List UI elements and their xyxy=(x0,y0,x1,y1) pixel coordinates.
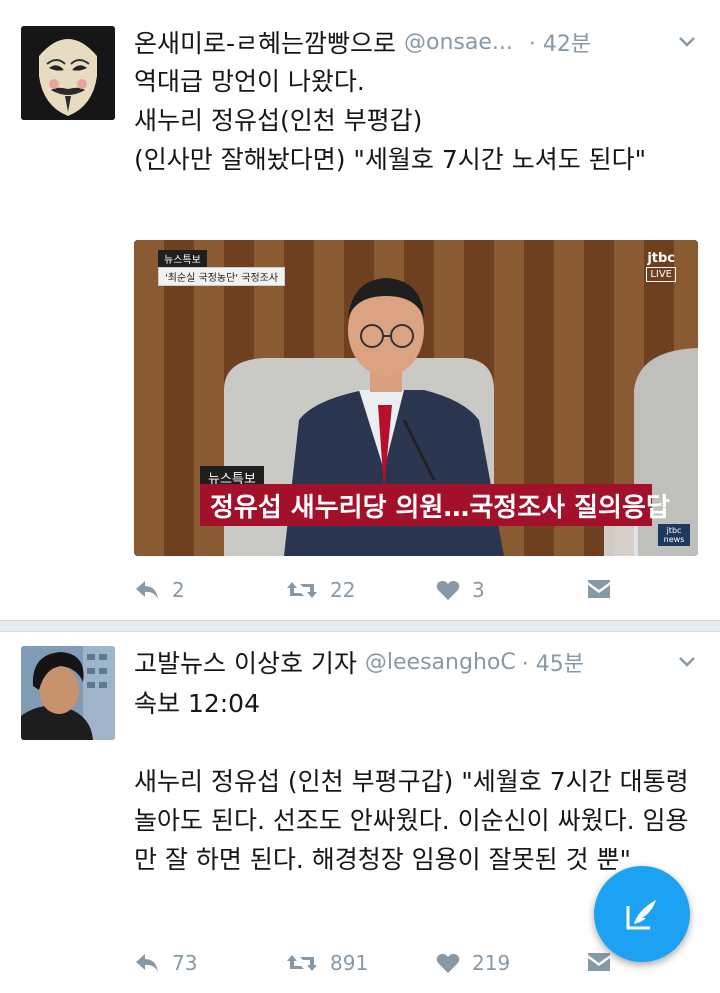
tweet-actions: 2 22 3 xyxy=(134,578,720,608)
chevron-down-icon[interactable] xyxy=(676,650,698,672)
envelope-icon xyxy=(588,580,610,598)
reply-button[interactable]: 73 xyxy=(134,951,197,975)
tweet-media[interactable]: 뉴스특보 '최순실 국정농단' 국정조사 jtbc LIVE 뉴스특보 정유섭 … xyxy=(134,240,698,556)
retweet-button[interactable]: 22 xyxy=(286,578,355,602)
person-avatar-image xyxy=(21,646,115,740)
tweet-header: 온새미로-ㄹ혜는깜빵으로 @onsae... · 42분 xyxy=(134,22,720,62)
user-handle[interactable]: @leesanghoC xyxy=(365,650,516,675)
retweet-count: 22 xyxy=(330,578,356,602)
tweet[interactable]: 온새미로-ㄹ혜는깜빵으로 @onsae... · 42분 역대급 망언이 나왔다… xyxy=(0,0,720,620)
heart-icon xyxy=(436,953,460,973)
reply-icon xyxy=(136,954,158,972)
like-button[interactable]: 219 xyxy=(436,951,510,975)
like-count: 3 xyxy=(472,578,485,602)
compose-tweet-button[interactable] xyxy=(594,866,690,962)
retweet-button[interactable]: 891 xyxy=(286,951,368,975)
corner-logo: jtbc news xyxy=(658,524,690,546)
avatar[interactable] xyxy=(21,646,115,740)
dm-button[interactable] xyxy=(586,951,612,973)
chevron-down-icon[interactable] xyxy=(676,30,698,52)
broadcaster-logo: jtbc LIVE xyxy=(646,252,676,282)
reply-count: 73 xyxy=(172,951,198,975)
retweet-icon xyxy=(287,955,317,971)
reply-button[interactable]: 2 xyxy=(134,578,185,602)
reply-icon xyxy=(136,581,158,599)
user-name[interactable]: 온새미로-ㄹ혜는깜빵으로 xyxy=(134,24,396,60)
live-badge: LIVE xyxy=(646,267,676,282)
tweet-time[interactable]: · 45분 xyxy=(522,646,584,678)
user-name[interactable]: 고발뉴스 이상호 기자 xyxy=(134,644,357,680)
chyron-headline: 정유섭 새누리당 의원…국정조사 질의응답 xyxy=(200,484,670,526)
like-count: 219 xyxy=(472,951,511,975)
mask-avatar-image xyxy=(21,26,115,120)
envelope-icon xyxy=(588,953,610,971)
retweet-icon xyxy=(287,582,317,598)
user-handle[interactable]: @onsae... xyxy=(404,30,513,55)
tweet-time[interactable]: · 42분 xyxy=(529,26,591,58)
avatar[interactable] xyxy=(21,26,115,120)
tweet-header: 고발뉴스 이상호 기자 @leesanghoC · 45분 xyxy=(134,642,720,682)
compose-icon xyxy=(626,900,656,930)
news-bug-subtitle: '최순실 국정농단' 국정조사 xyxy=(158,267,286,286)
reply-count: 2 xyxy=(172,578,185,602)
news-bug: 뉴스특보 xyxy=(158,250,207,267)
retweet-count: 891 xyxy=(330,951,369,975)
tweet-text: 속보 12:04 새누리 정유섭 (인천 부평구갑) "세월호 7시간 대통령 … xyxy=(134,689,689,874)
heart-icon xyxy=(436,580,460,600)
like-button[interactable]: 3 xyxy=(436,578,485,602)
tweet-divider xyxy=(0,620,720,632)
logo-text: jtbc xyxy=(647,251,675,266)
tweet-text: 역대급 망언이 나왔다. 새누리 정유섭(인천 부평갑) (인사만 잘해놨다면)… xyxy=(134,67,647,174)
dm-button[interactable] xyxy=(586,578,612,600)
